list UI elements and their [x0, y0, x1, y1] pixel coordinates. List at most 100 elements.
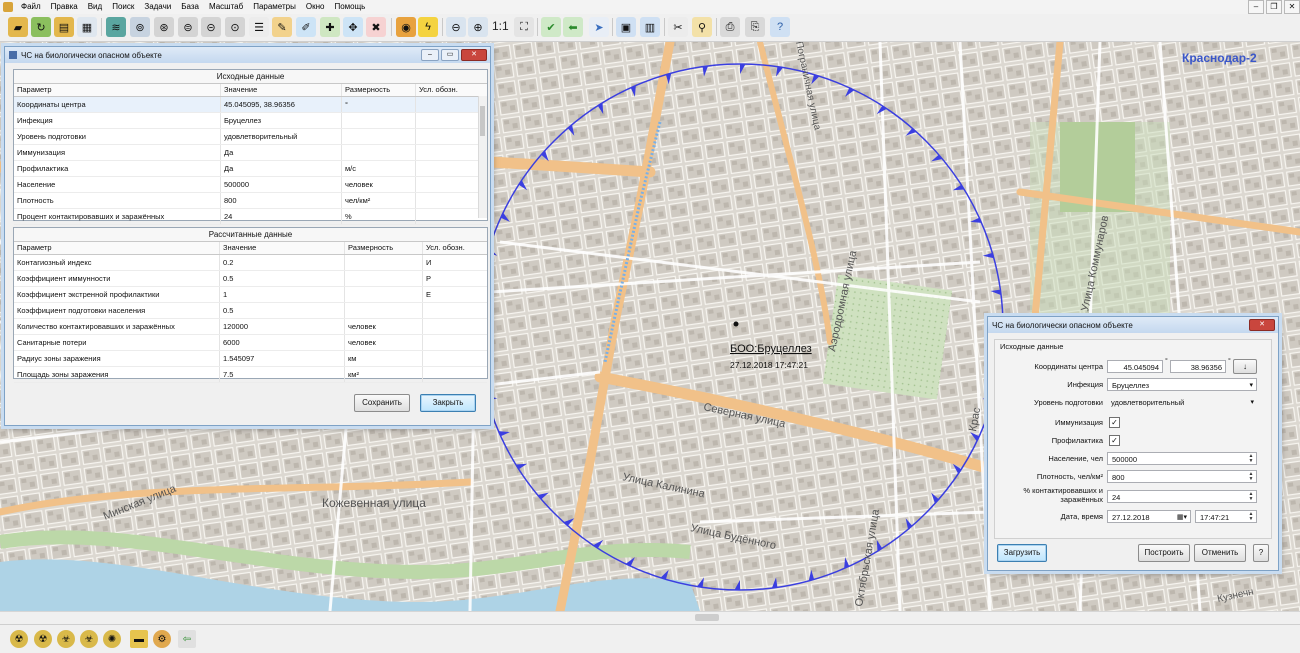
- scrollbar-thumb[interactable]: [695, 614, 719, 621]
- restore-button[interactable]: ❐: [1266, 0, 1282, 14]
- menu-params[interactable]: Параметры: [248, 0, 301, 14]
- edit-pen-icon[interactable]: ✐: [296, 17, 316, 37]
- table-row[interactable]: Радиус зоны заражения 1.545097 км: [14, 351, 487, 367]
- spinner-icon[interactable]: ▲ ▼: [1247, 492, 1255, 502]
- col-value[interactable]: Значение: [221, 84, 342, 96]
- table-row[interactable]: Иммунизация Да: [14, 145, 487, 161]
- delete-object-icon[interactable]: ✖: [366, 17, 386, 37]
- minimize-button[interactable]: –: [1248, 0, 1264, 14]
- fit-extent-icon[interactable]: ⛶: [514, 17, 534, 37]
- dialog-minimize-button[interactable]: –: [421, 49, 439, 61]
- back-arrow-icon[interactable]: ⬅: [563, 17, 583, 37]
- zoom-in-icon[interactable]: ⊕: [468, 17, 488, 37]
- menu-window[interactable]: Окно: [301, 0, 330, 14]
- population-input[interactable]: 500000 ▲ ▼: [1107, 452, 1257, 465]
- find-prev-icon[interactable]: ⊙: [225, 17, 245, 37]
- col-unit[interactable]: Размерность: [345, 242, 423, 254]
- spinner-icon[interactable]: ▲ ▼: [1247, 512, 1255, 522]
- col-symbol[interactable]: Усл. обозн.: [423, 242, 486, 254]
- table-row[interactable]: Количество контактировавших и заражённых…: [14, 319, 487, 335]
- help-button[interactable]: ?: [1253, 544, 1269, 562]
- cancel-button[interactable]: Отменить: [1194, 544, 1246, 562]
- layers-icon[interactable]: ▦: [77, 17, 97, 37]
- menu-view[interactable]: Вид: [83, 0, 107, 14]
- zoom-ratio-button[interactable]: 1:1: [492, 19, 509, 33]
- find-icon[interactable]: ⊛: [154, 17, 174, 37]
- build-button[interactable]: Построить: [1138, 544, 1190, 562]
- spinner-icon[interactable]: ▲ ▼: [1247, 454, 1255, 464]
- measure-icon[interactable]: ⚲: [692, 17, 712, 37]
- exit-icon[interactable]: ⇦: [178, 630, 196, 648]
- col-symbol[interactable]: Усл. обозн.: [416, 84, 481, 96]
- table-row[interactable]: Население 500000 человек: [14, 177, 487, 193]
- draw-pen-icon[interactable]: ✎: [272, 17, 292, 37]
- print-icon[interactable]: ⎙: [720, 17, 740, 37]
- calendar-dropdown-icon[interactable]: ▦▾: [1177, 511, 1187, 524]
- folder-network-icon[interactable]: ▤: [54, 17, 74, 37]
- map-horizontal-scrollbar[interactable]: [0, 611, 1300, 624]
- check-icon[interactable]: ✔: [541, 17, 561, 37]
- lightning-icon[interactable]: ϟ: [418, 17, 438, 37]
- select-window-icon[interactable]: ▣: [616, 17, 636, 37]
- table-row[interactable]: Инфекция Бруцеллез: [14, 113, 487, 129]
- spinner-icon[interactable]: ▲ ▼: [1247, 472, 1255, 482]
- menu-help[interactable]: Помощь: [329, 0, 370, 14]
- col-param[interactable]: Параметр: [14, 84, 221, 96]
- find-next-icon[interactable]: ⊝: [201, 17, 221, 37]
- load-button[interactable]: Загрузить: [997, 544, 1047, 562]
- refresh-icon[interactable]: ↻: [31, 17, 51, 37]
- menu-edit[interactable]: Правка: [46, 0, 83, 14]
- scrollbar-thumb[interactable]: [480, 106, 485, 136]
- menu-search[interactable]: Поиск: [107, 0, 139, 14]
- pick-coords-button[interactable]: ↓: [1233, 359, 1257, 374]
- table-row[interactable]: Коэффициент подготовки населения 0.5: [14, 303, 487, 319]
- list-icon[interactable]: ☰: [249, 17, 269, 37]
- table-row[interactable]: Коэффициент экстренной профилактики 1 Е: [14, 287, 487, 303]
- table-row[interactable]: Площадь зоны заражения 7.5 км²: [14, 367, 487, 383]
- help-pointer-icon[interactable]: ?: [770, 17, 790, 37]
- table-row[interactable]: Уровень подготовки удовлетворительный: [14, 129, 487, 145]
- add-object-icon[interactable]: ✚: [320, 17, 340, 37]
- close-button[interactable]: ✕: [1284, 0, 1300, 14]
- percent-input[interactable]: 24 ▲ ▼: [1107, 490, 1257, 503]
- radiation-icon[interactable]: ☢: [10, 630, 28, 648]
- training-select[interactable]: удовлетворительный ▾: [1107, 396, 1257, 409]
- print-preview-icon[interactable]: ⎘: [745, 17, 765, 37]
- menu-file[interactable]: Файл: [16, 0, 46, 14]
- table-row[interactable]: Контагиозный индекс 0.2 И: [14, 255, 487, 271]
- menu-base[interactable]: База: [176, 0, 204, 14]
- radiation-zone-icon[interactable]: ☢: [34, 630, 52, 648]
- longitude-input[interactable]: 38.96356: [1170, 360, 1226, 373]
- find-text-icon[interactable]: ⊜: [178, 17, 198, 37]
- close-dialog-button[interactable]: Закрыть: [420, 394, 476, 412]
- infection-select[interactable]: Бруцеллез ▾: [1107, 378, 1257, 391]
- open-folder-icon[interactable]: ▰: [8, 17, 28, 37]
- explosion-icon[interactable]: ✺: [103, 630, 121, 648]
- col-param[interactable]: Параметр: [14, 242, 220, 254]
- tools-icon[interactable]: ✂: [668, 17, 688, 37]
- table-row[interactable]: Коэффициент иммунности 0.5 Р: [14, 271, 487, 287]
- binoculars-icon[interactable]: ⊚: [130, 17, 150, 37]
- latitude-input[interactable]: 45.045094: [1107, 360, 1163, 373]
- table-row[interactable]: Санитарные потери 6000 человек: [14, 335, 487, 351]
- prophylaxis-checkbox[interactable]: ✓: [1109, 435, 1120, 446]
- dialog-maximize-button[interactable]: ▭: [441, 49, 459, 61]
- palette-icon[interactable]: ◉: [396, 17, 416, 37]
- chemical-icon[interactable]: ☣: [57, 630, 75, 648]
- density-input[interactable]: 800 ▲ ▼: [1107, 470, 1257, 483]
- table-row[interactable]: Процент контактировавших и заражённых 24%: [14, 209, 487, 225]
- move-object-icon[interactable]: ✥: [343, 17, 363, 37]
- date-input[interactable]: 27.12.2018 ▦▾: [1107, 510, 1191, 523]
- table-row[interactable]: Профилактика Да м/с: [14, 161, 487, 177]
- folder-icon[interactable]: ▬: [130, 630, 148, 648]
- save-button[interactable]: Сохранить: [354, 394, 410, 412]
- col-value[interactable]: Значение: [220, 242, 345, 254]
- menu-tasks[interactable]: Задачи: [139, 0, 176, 14]
- menu-scale[interactable]: Масштаб: [204, 0, 248, 14]
- dialog-close-button[interactable]: ✕: [1249, 319, 1275, 331]
- col-unit[interactable]: Размерность: [342, 84, 416, 96]
- source-scrollbar[interactable]: [478, 96, 487, 218]
- biohazard-icon[interactable]: ☣: [80, 630, 98, 648]
- label-icon[interactable]: ▥: [640, 17, 660, 37]
- settings-icon[interactable]: ⚙: [153, 630, 171, 648]
